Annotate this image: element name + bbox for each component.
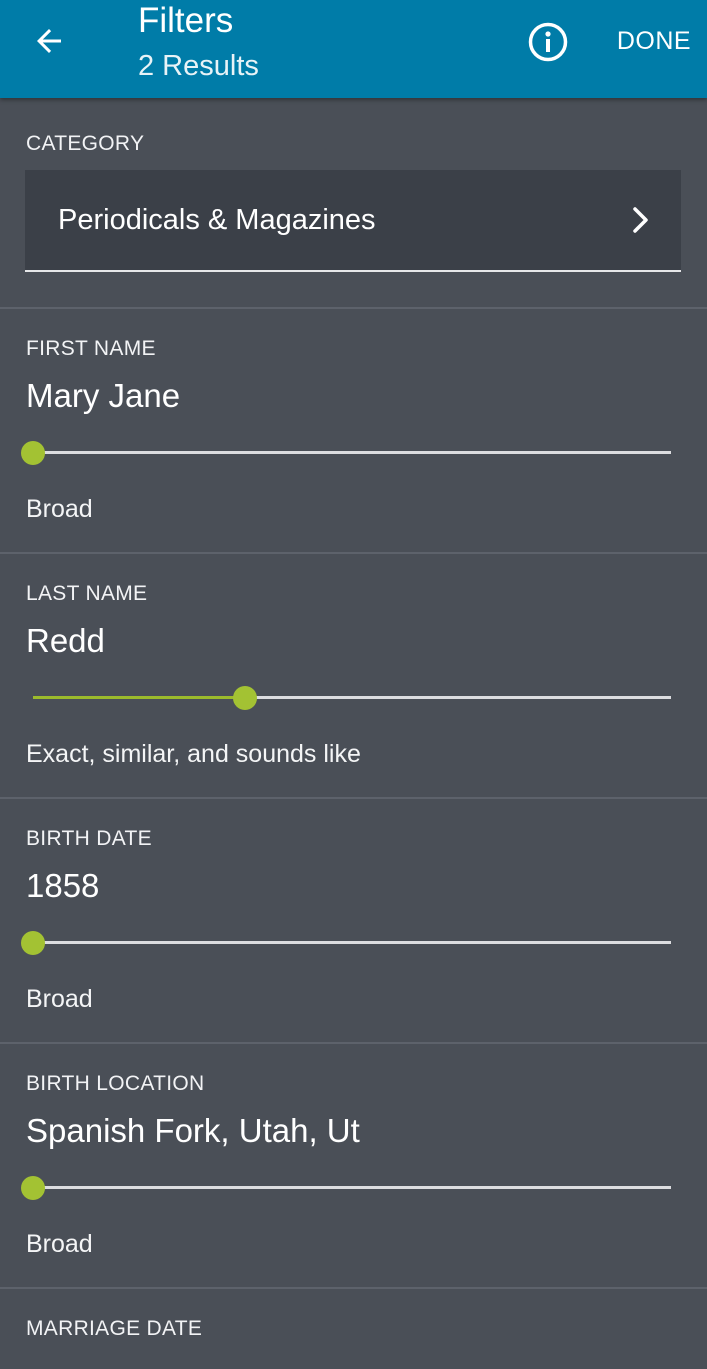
first-name-value[interactable]: Mary Jane <box>26 375 180 417</box>
info-button[interactable] <box>520 14 576 70</box>
slider-fill <box>33 696 245 699</box>
category-label: CATEGORY <box>26 132 145 155</box>
birth-date-value[interactable]: 1858 <box>26 865 99 907</box>
slider-track <box>33 941 671 944</box>
last-name-value[interactable]: Redd <box>26 620 105 662</box>
results-count: 2 Results <box>138 50 259 82</box>
birth-location-match-slider[interactable] <box>21 1176 671 1200</box>
back-button[interactable] <box>22 14 76 68</box>
slider-thumb[interactable] <box>21 441 45 465</box>
birth-location-label: BIRTH LOCATION <box>26 1072 205 1095</box>
birth-date-match-level: Broad <box>26 985 93 1013</box>
slider-track <box>33 451 671 454</box>
app-bar: Filters 2 Results DONE <box>0 0 707 98</box>
done-button[interactable]: DONE <box>606 20 702 62</box>
first-name-match-level: Broad <box>26 495 93 523</box>
birth-date-label: BIRTH DATE <box>26 827 152 850</box>
slider-thumb[interactable] <box>21 931 45 955</box>
filters-list: CATEGORY Periodicals & Magazines FIRST N… <box>0 98 707 1369</box>
birth-location-section: BIRTH LOCATION Spanish Fork, Utah, Ut Br… <box>0 1044 707 1289</box>
first-name-label: FIRST NAME <box>26 337 156 360</box>
birth-location-value[interactable]: Spanish Fork, Utah, Ut <box>26 1110 360 1152</box>
marriage-date-section: MARRIAGE DATE <box>0 1289 707 1369</box>
last-name-label: LAST NAME <box>26 582 148 605</box>
last-name-match-slider[interactable] <box>33 686 671 710</box>
birth-location-match-level: Broad <box>26 1230 93 1258</box>
marriage-date-label: MARRIAGE DATE <box>26 1317 203 1340</box>
first-name-section: FIRST NAME Mary Jane Broad <box>0 309 707 554</box>
slider-thumb[interactable] <box>21 1176 45 1200</box>
category-section: CATEGORY Periodicals & Magazines <box>0 98 707 309</box>
last-name-match-level: Exact, similar, and sounds like <box>26 740 361 768</box>
slider-thumb[interactable] <box>233 686 257 710</box>
info-circle-icon <box>528 22 568 62</box>
page-title: Filters <box>138 1 234 40</box>
chevron-right-icon <box>633 207 648 233</box>
category-value: Periodicals & Magazines <box>58 204 376 236</box>
last-name-section: LAST NAME Redd Exact, similar, and sound… <box>0 554 707 799</box>
category-selector[interactable]: Periodicals & Magazines <box>25 170 681 272</box>
slider-track <box>33 1186 671 1189</box>
arrow-left-icon <box>37 29 61 53</box>
birth-date-section: BIRTH DATE 1858 Broad <box>0 799 707 1044</box>
first-name-match-slider[interactable] <box>21 441 671 465</box>
birth-date-match-slider[interactable] <box>21 931 671 955</box>
